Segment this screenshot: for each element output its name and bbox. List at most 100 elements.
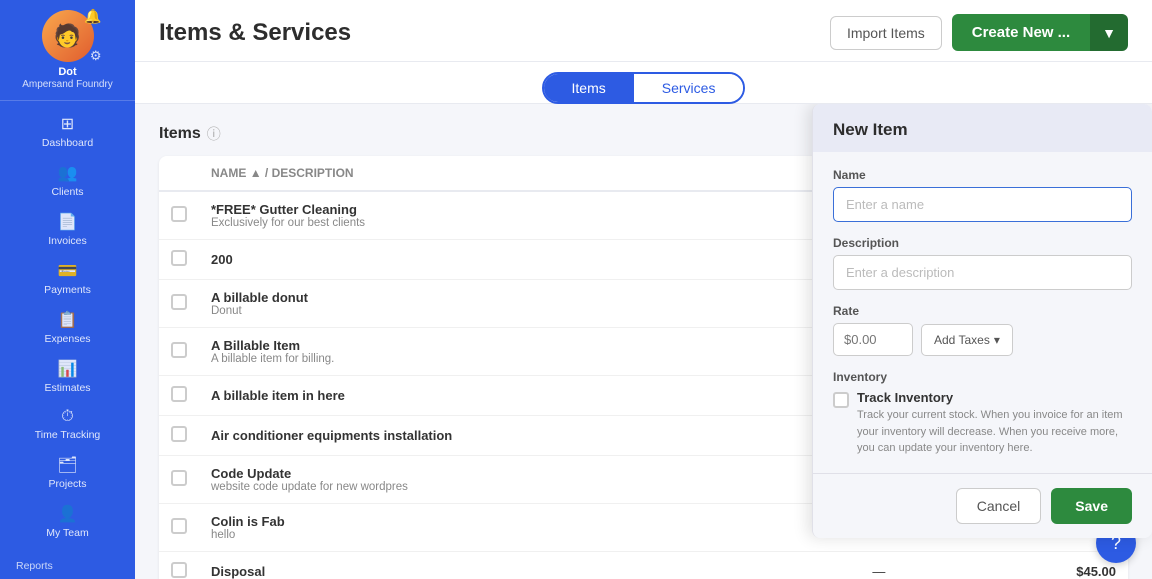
main-area: Items & Services Import Items Create New… [135, 0, 1152, 579]
row-checkbox-cell [159, 416, 199, 456]
row-checkbox[interactable] [171, 470, 187, 486]
topbar-right: Import Items Create New ... ▼ [830, 14, 1128, 51]
sort-icon[interactable]: ▲ [250, 166, 262, 180]
sidebar-item-label-projects: Projects [49, 478, 87, 490]
sidebar-item-label-my-team: My Team [46, 527, 88, 539]
name-header-label: Name [211, 166, 246, 180]
avatar-wrap: 🧑 🔔 ⚙ [42, 10, 94, 62]
track-inventory-title: Track Inventory [857, 390, 1132, 405]
add-taxes-label: Add Taxes [934, 333, 990, 347]
sidebar-item-invoices[interactable]: 📄 Invoices [0, 205, 135, 254]
track-inventory-desc: Track your current stock. When you invoi… [857, 407, 1132, 457]
item-name: A Billable Item [211, 338, 775, 353]
user-company: Ampersand Foundry [22, 79, 113, 90]
item-desc: hello [211, 529, 775, 541]
row-checkbox[interactable] [171, 250, 187, 266]
sidebar-item-label-dashboard: Dashboard [42, 137, 93, 149]
sidebar-item-clients[interactable]: 👥 Clients [0, 156, 135, 205]
item-name: Colin is Fab [211, 514, 775, 529]
add-taxes-button[interactable]: Add Taxes ▾ [921, 324, 1013, 356]
sidebar-bottom: Reports Accounting Add-ons F [0, 546, 135, 579]
row-name-cell: Disposal [199, 552, 787, 579]
row-name-cell: 200 [199, 240, 787, 280]
name-column-header: Name ▲ / Description [199, 156, 787, 191]
inventory-label: Inventory [833, 370, 1132, 384]
item-name: Disposal [211, 564, 775, 579]
projects-icon: 🗂 [57, 455, 77, 475]
payments-icon: 💳 [58, 261, 78, 281]
track-inventory-row: Track Inventory Track your current stock… [833, 390, 1132, 457]
item-name: Air conditioner equipments installation [211, 428, 775, 443]
rate-input[interactable] [833, 323, 913, 356]
sidebar-nav: ⊞ Dashboard 👥 Clients 📄 Invoices 💳 Payme… [0, 101, 135, 546]
row-name-cell: Air conditioner equipments installation [199, 416, 787, 456]
description-label: Description [833, 236, 1132, 250]
row-checkbox[interactable] [171, 518, 187, 534]
settings-icon[interactable]: ⚙ [90, 48, 102, 64]
row-checkbox-cell [159, 240, 199, 280]
info-icon[interactable]: ⓘ [207, 124, 221, 144]
description-field: Description [833, 236, 1132, 290]
dashboard-icon: ⊞ [61, 114, 74, 134]
clients-icon: 👥 [58, 163, 78, 183]
estimates-icon: 📊 [58, 359, 78, 379]
row-name-cell: A Billable Item A billable item for bill… [199, 328, 787, 376]
row-checkbox[interactable] [171, 386, 187, 402]
sidebar-item-dashboard[interactable]: ⊞ Dashboard [0, 107, 135, 156]
row-name-cell: *FREE* Gutter Cleaning Exclusively for o… [199, 191, 787, 240]
row-checkbox-cell [159, 280, 199, 328]
time-tracking-icon: ⏱ [61, 408, 73, 426]
sidebar-item-label-payments: Payments [44, 284, 91, 296]
items-section-title: Items [159, 125, 201, 143]
content-area: Items ⓘ Name ▲ / Description Current [135, 104, 1152, 579]
sidebar-item-time-tracking[interactable]: ⏱ Time Tracking [0, 401, 135, 448]
add-taxes-icon: ▾ [994, 333, 1000, 347]
sidebar-item-projects[interactable]: 🗂 Projects [0, 448, 135, 497]
sidebar-item-expenses[interactable]: 📋 Expenses [0, 303, 135, 352]
save-button[interactable]: Save [1051, 488, 1132, 524]
sidebar-item-reports[interactable]: Reports [12, 558, 123, 574]
item-current: — [787, 552, 970, 579]
name-label: Name [833, 168, 1132, 182]
item-name: Code Update [211, 466, 775, 481]
row-checkbox[interactable] [171, 206, 187, 222]
new-item-panel: New Item Name Description Rate Add Tax [812, 104, 1152, 538]
sidebar-item-label-clients: Clients [51, 186, 83, 198]
rate-row: Add Taxes ▾ [833, 323, 1132, 356]
row-checkbox[interactable] [171, 562, 187, 578]
page-title: Items & Services [159, 19, 351, 47]
row-checkbox[interactable] [171, 294, 187, 310]
user-name: Dot [58, 66, 76, 79]
row-checkbox-cell [159, 191, 199, 240]
tab-services[interactable]: Services [634, 74, 744, 102]
topbar: Items & Services Import Items Create New… [135, 0, 1152, 62]
sidebar-item-payments[interactable]: 💳 Payments [0, 254, 135, 303]
sidebar-item-label-time-tracking: Time Tracking [35, 429, 101, 441]
table-row: Disposal — $45.00 [159, 552, 1128, 579]
row-name-cell: A billable item in here [199, 376, 787, 416]
sidebar-item-label-expenses: Expenses [44, 333, 90, 345]
row-checkbox[interactable] [171, 342, 187, 358]
import-items-button[interactable]: Import Items [830, 16, 942, 50]
notification-bell-icon[interactable]: 🔔 [84, 8, 101, 25]
expenses-icon: 📋 [58, 310, 78, 330]
sidebar-item-estimates[interactable]: 📊 Estimates [0, 352, 135, 401]
invoices-icon: 📄 [58, 212, 78, 232]
create-new-dropdown-button[interactable]: ▼ [1090, 14, 1128, 51]
row-checkbox[interactable] [171, 426, 187, 442]
rate-label: Rate [833, 304, 1132, 318]
row-checkbox-cell [159, 328, 199, 376]
desc-header-label: / Description [265, 166, 354, 180]
track-inventory-checkbox[interactable] [833, 392, 849, 408]
item-name: 200 [211, 252, 775, 267]
tabs-container: Items Services [542, 72, 746, 104]
sidebar-item-my-team[interactable]: 👤 My Team [0, 497, 135, 546]
name-input[interactable] [833, 187, 1132, 222]
panel-title: New Item [833, 120, 1132, 140]
tab-items[interactable]: Items [544, 74, 634, 102]
name-field: Name [833, 168, 1132, 222]
cancel-button[interactable]: Cancel [956, 488, 1042, 524]
description-input[interactable] [833, 255, 1132, 290]
create-new-button[interactable]: Create New ... [952, 14, 1090, 51]
row-checkbox-cell [159, 504, 199, 552]
